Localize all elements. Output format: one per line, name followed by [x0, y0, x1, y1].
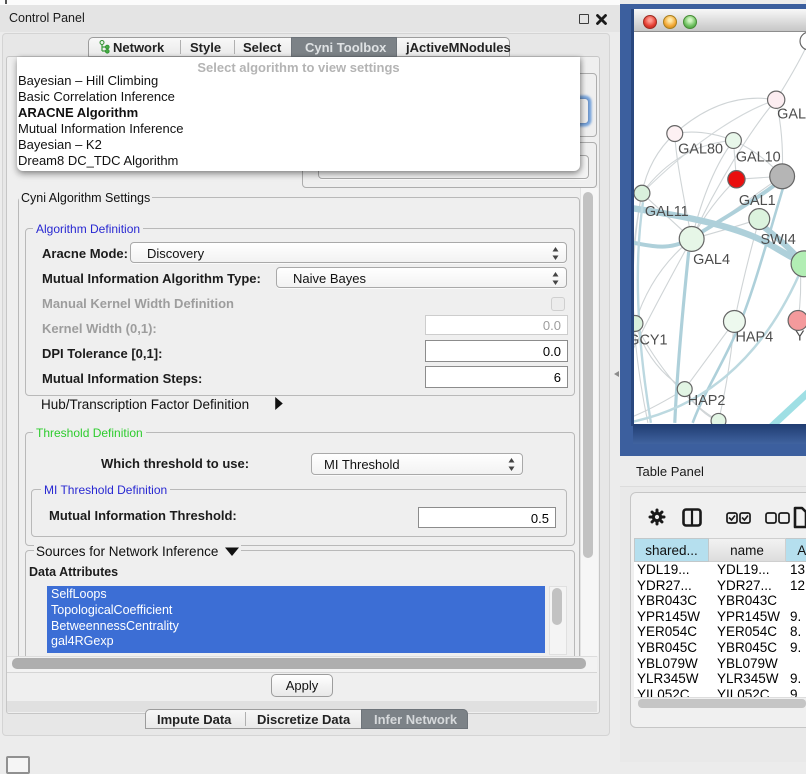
svg-text:GAL11: GAL11	[645, 204, 689, 220]
svg-text:HAP4: HAP4	[735, 329, 773, 345]
svg-text:GAL7: GAL7	[777, 107, 806, 123]
svg-text:GAL10: GAL10	[736, 149, 781, 165]
svg-text:Y: Y	[795, 328, 805, 344]
svg-text:GAL4: GAL4	[693, 252, 730, 268]
svg-text:HAP2: HAP2	[688, 393, 726, 409]
svg-text:GAL80: GAL80	[678, 141, 723, 157]
svg-text:GAL1: GAL1	[739, 193, 776, 209]
svg-text:SWI4: SWI4	[761, 232, 796, 248]
svg-text:GCY1: GCY1	[634, 332, 668, 348]
